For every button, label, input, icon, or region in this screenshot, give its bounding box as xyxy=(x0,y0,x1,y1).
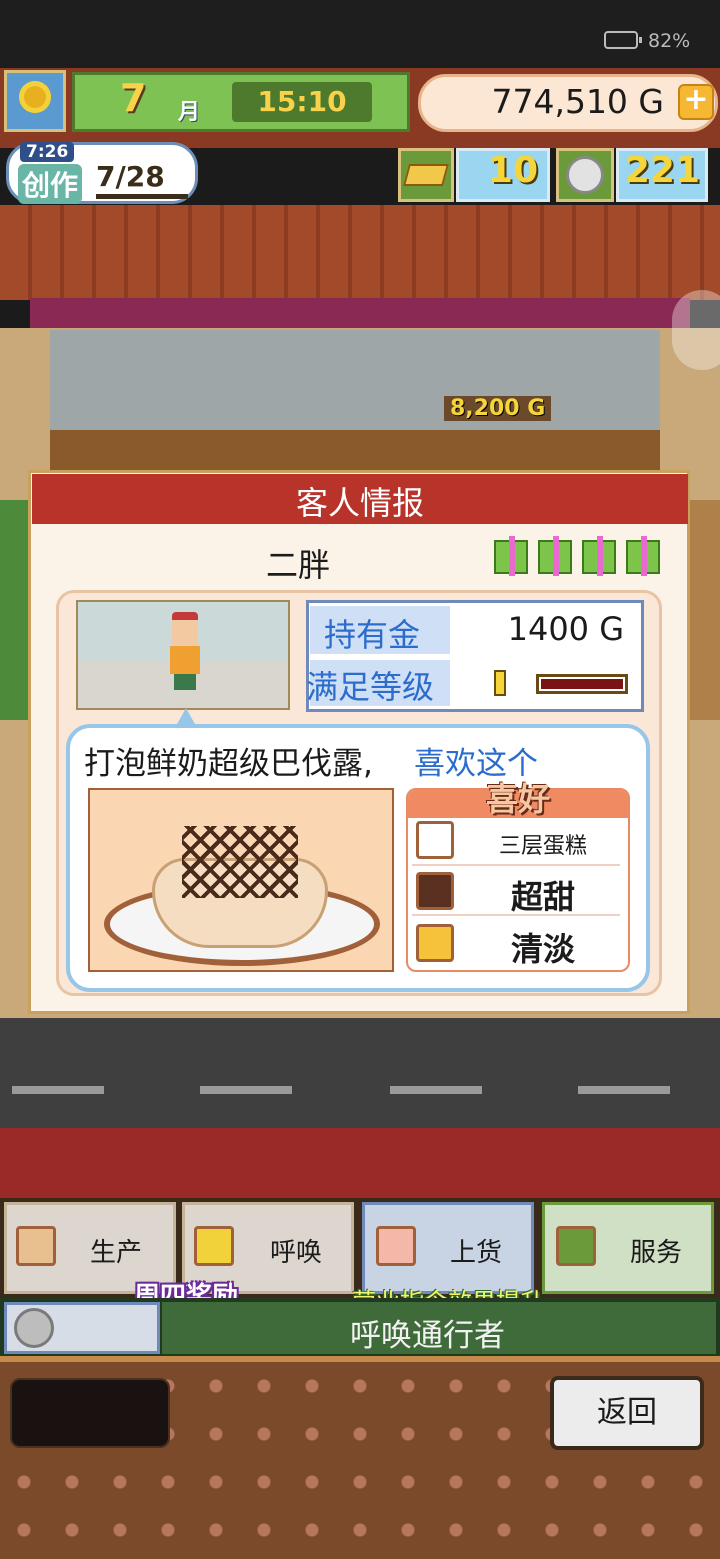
coin-icon xyxy=(14,1308,54,1348)
shop-roof xyxy=(0,205,720,300)
shop-awning xyxy=(30,298,690,328)
dish-name: 打泡鲜奶超级巴伐露, xyxy=(84,746,373,782)
craft-timer: 7:26 xyxy=(20,142,75,162)
satisfaction-fill xyxy=(541,679,623,689)
gift-icon xyxy=(494,536,528,576)
carpet xyxy=(0,1128,720,1202)
satisfaction-label: 满足等级 xyxy=(306,668,435,706)
tab-call-label: 呼唤 xyxy=(270,1238,323,1268)
empty-slot xyxy=(10,1378,170,1448)
preference-label: 三层蛋糕 xyxy=(498,834,587,859)
month-label: 月 xyxy=(178,100,201,125)
ticket-icon xyxy=(403,164,449,186)
customer-sprite xyxy=(168,612,202,692)
back-button[interactable]: 返回 xyxy=(550,1376,704,1450)
gift-icon xyxy=(538,536,572,576)
dialog-title: 客人情报 xyxy=(295,484,424,522)
lane-marking xyxy=(390,1086,482,1094)
plus-icon[interactable]: + xyxy=(678,84,714,120)
cake-display-icon xyxy=(376,1226,416,1266)
status-message: 呼唤通行者 xyxy=(350,1318,505,1354)
layer-cake-icon xyxy=(416,821,454,859)
money-held-label: 持有金 xyxy=(324,616,421,654)
preference-label: 超甜 xyxy=(510,878,575,916)
craft-label: 创作 xyxy=(18,164,83,204)
medal-count: 221 xyxy=(624,150,700,191)
craft-progress-bar xyxy=(96,194,188,199)
road xyxy=(0,1018,720,1128)
satisfaction-marker xyxy=(494,670,506,696)
medal-icon xyxy=(566,156,604,194)
tab-stock-label: 上货 xyxy=(450,1238,503,1268)
lane-marking xyxy=(578,1086,670,1094)
preferences-title: 喜好 xyxy=(485,780,550,818)
coffee-cup-icon xyxy=(556,1226,596,1266)
bread-icon xyxy=(16,1226,56,1266)
preference-label: 清淡 xyxy=(510,930,575,968)
sale-popup: 8,200 G xyxy=(444,396,552,421)
shop-counter xyxy=(50,430,660,470)
customer-name: 二胖 xyxy=(266,546,331,584)
money-amount: 774,510 G xyxy=(491,82,664,121)
lane-marking xyxy=(200,1086,292,1094)
ticket-count: 10 xyxy=(487,150,538,191)
gift-icon xyxy=(582,536,616,576)
mild-flavor-icon xyxy=(416,924,454,962)
floating-button[interactable] xyxy=(672,290,720,370)
building-edge xyxy=(690,500,720,720)
month-number: 7 xyxy=(120,76,147,120)
dish-image xyxy=(88,788,394,972)
battery-percentage: 82% xyxy=(648,30,691,52)
craft-progress: 7/28 xyxy=(96,160,165,193)
battery-icon xyxy=(604,31,642,49)
gift-icon xyxy=(626,536,660,576)
game-clock: 15:10 xyxy=(232,82,372,122)
sunflower-icon[interactable] xyxy=(4,70,66,132)
money-held-value: 1400 G xyxy=(507,610,624,648)
tab-produce-label: 生产 xyxy=(90,1238,143,1268)
chocolate-icon xyxy=(416,872,454,910)
lane-marking xyxy=(12,1086,104,1094)
tab-service-label: 服务 xyxy=(630,1238,683,1268)
megaphone-icon xyxy=(194,1226,234,1266)
